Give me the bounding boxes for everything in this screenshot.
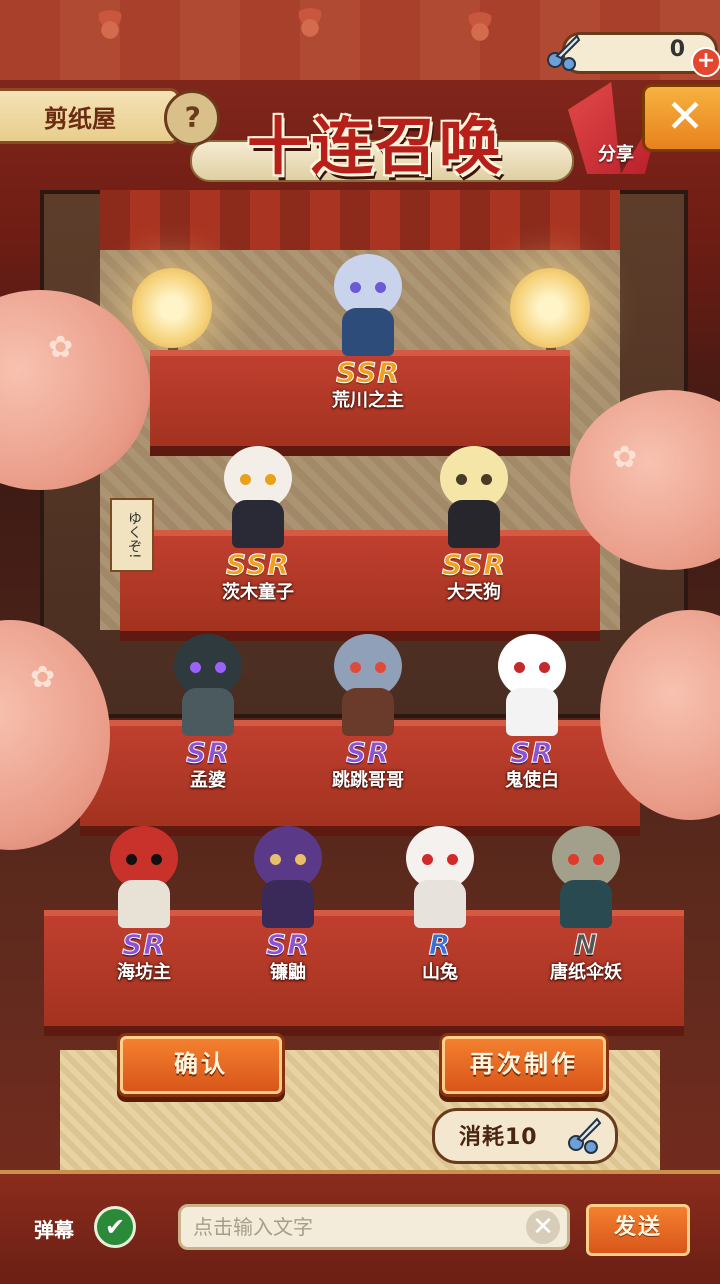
share-label: 分享 <box>598 144 634 165</box>
cherry-blossom-icon: ✿ <box>48 330 74 365</box>
wooden-sign: ゆくぞ! <box>110 498 154 572</box>
rarity-badge: SR <box>186 736 230 769</box>
flower-pattern <box>90 10 130 50</box>
unit-card[interactable]: SR 镰鼬 <box>218 820 358 984</box>
unit-card[interactable]: SSR 荒川之主 <box>298 248 438 412</box>
unit-name: 山兔 <box>422 962 458 983</box>
unit-card[interactable]: N 唐纸伞妖 <box>516 820 656 984</box>
unit-card[interactable]: SR 跳跳哥哥 <box>298 628 438 792</box>
rarity-badge: R <box>428 928 452 961</box>
cost-indicator: 消耗10 <box>432 1108 618 1164</box>
unit-name: 海坊主 <box>117 962 171 983</box>
cost-label: 消耗10 <box>459 1125 538 1150</box>
rarity-badge: SSR <box>226 548 290 581</box>
make-again-button[interactable]: 再次制作 <box>442 1036 606 1094</box>
unit-avatar <box>210 440 306 550</box>
unit-avatar <box>392 820 488 930</box>
unit-name: 茨木童子 <box>222 582 294 603</box>
scissors-icon <box>547 34 581 71</box>
unit-card[interactable]: SR 鬼使白 <box>462 628 602 792</box>
unit-avatar <box>320 628 416 738</box>
flower-pattern <box>460 12 500 52</box>
unit-name: 大天狗 <box>447 582 501 603</box>
unit-name: 镰鼬 <box>270 962 306 983</box>
close-button[interactable]: ✕ <box>642 84 720 152</box>
shrine-curtain <box>100 190 620 250</box>
confirm-button[interactable]: 确认 <box>120 1036 282 1094</box>
danmu-input[interactable]: 点击输入文字 <box>178 1204 570 1250</box>
unit-avatar <box>484 628 580 738</box>
rarity-badge: SR <box>122 928 166 961</box>
rarity-badge: SSR <box>442 548 506 581</box>
unit-avatar <box>538 820 634 930</box>
currency-value: 0 <box>669 37 685 62</box>
lantern-left <box>132 268 212 348</box>
unit-avatar <box>320 248 416 358</box>
cherry-blossom-icon: ✿ <box>30 660 56 695</box>
unit-avatar <box>426 440 522 550</box>
danmu-toggle-checkbox[interactable]: ✔ <box>94 1206 136 1248</box>
question-icon: ? <box>184 100 201 134</box>
unit-card[interactable]: SSR 茨木童子 <box>188 440 328 604</box>
unit-card[interactable]: R 山兔 <box>370 820 510 984</box>
rarity-badge: SR <box>346 736 390 769</box>
unit-card[interactable]: SR 海坊主 <box>74 820 214 984</box>
unit-card[interactable]: SR 孟婆 <box>138 628 278 792</box>
rarity-badge: SSR <box>336 356 400 389</box>
unit-name: 唐纸伞妖 <box>550 962 622 983</box>
clear-input-icon[interactable]: ✕ <box>526 1210 560 1244</box>
unit-avatar <box>240 820 336 930</box>
rarity-badge: SR <box>510 736 554 769</box>
unit-avatar <box>96 820 192 930</box>
unit-name: 荒川之主 <box>332 390 404 411</box>
unit-avatar <box>160 628 256 738</box>
shop-label: 剪纸屋 <box>44 103 116 133</box>
unit-name: 鬼使白 <box>505 770 559 791</box>
flower-pattern <box>290 8 330 48</box>
cherry-blossom-icon: ✿ <box>612 440 638 475</box>
rarity-badge: N <box>573 928 599 961</box>
lantern-right <box>510 268 590 348</box>
rarity-badge: SR <box>266 928 310 961</box>
shop-tag[interactable]: 剪纸屋 <box>0 88 180 144</box>
danmu-label: 弹幕 <box>34 1218 74 1242</box>
unit-name: 跳跳哥哥 <box>332 770 404 791</box>
currency-counter: 0 + <box>562 32 720 77</box>
send-button[interactable]: 发送 <box>586 1204 690 1256</box>
add-currency-button[interactable]: + <box>691 47 720 77</box>
unit-name: 孟婆 <box>190 770 226 791</box>
unit-card[interactable]: SSR 大天狗 <box>404 440 544 604</box>
scissors-icon <box>568 1117 602 1154</box>
page-title: 十连召唤 <box>246 110 503 183</box>
